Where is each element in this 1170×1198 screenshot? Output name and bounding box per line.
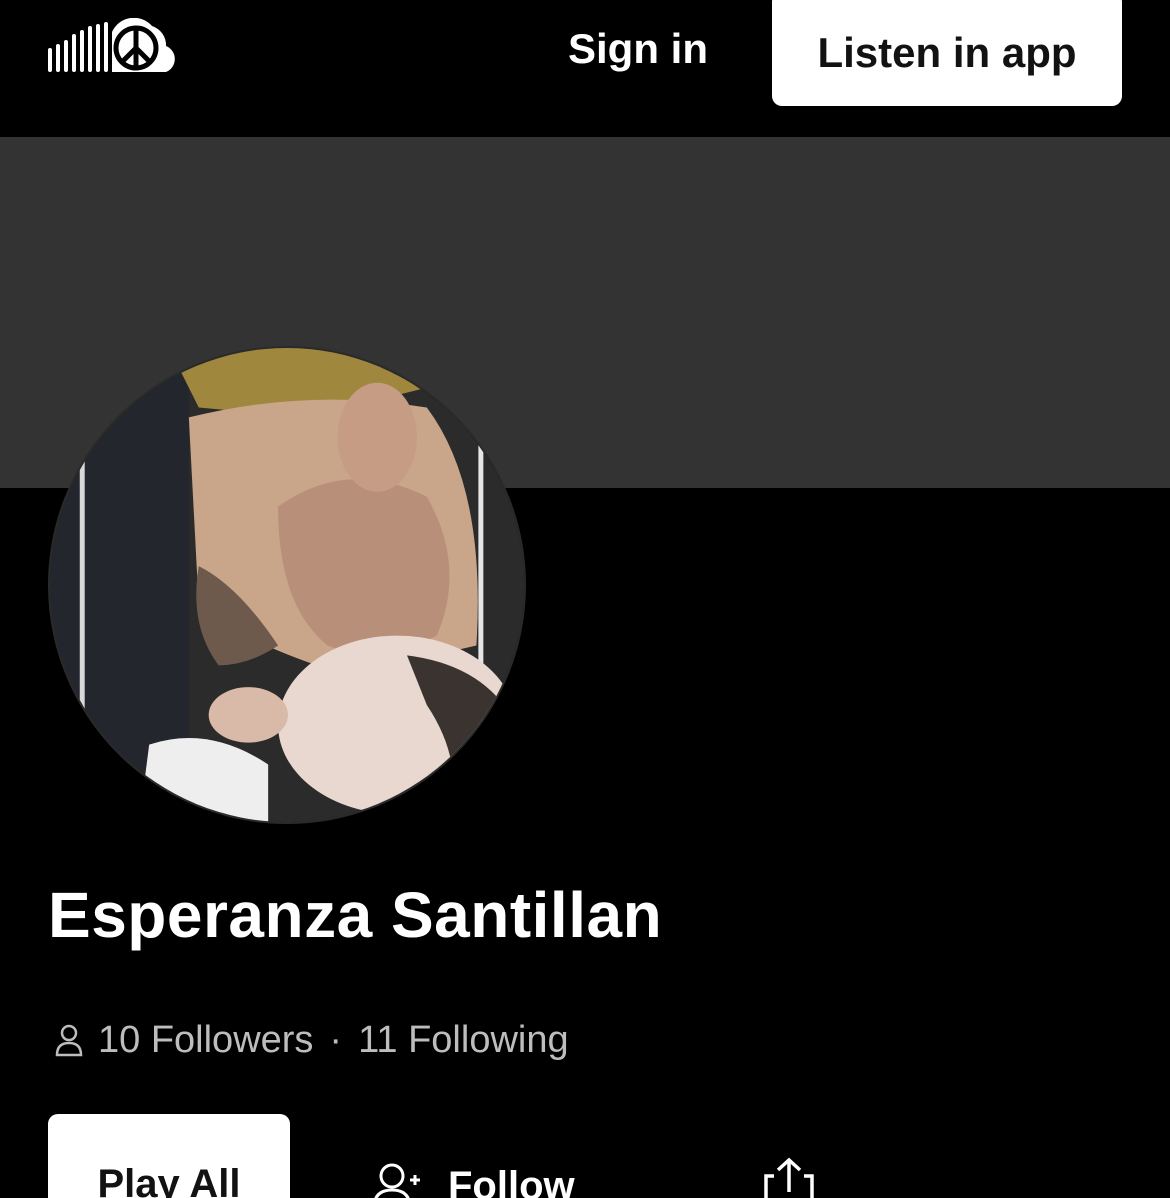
- profile-name: Esperanza Santillan: [48, 879, 663, 951]
- following-link[interactable]: 11 Following: [358, 1019, 569, 1062]
- sign-in-link[interactable]: Sign in: [560, 18, 716, 80]
- stats-separator: ·: [329, 1018, 343, 1061]
- play-all-button[interactable]: Play All: [48, 1114, 290, 1198]
- person-icon: [54, 1023, 84, 1057]
- followers-link[interactable]: 10 Followers: [98, 1019, 313, 1062]
- soundcloud-peace-logo-icon[interactable]: [48, 17, 182, 76]
- add-user-icon: [372, 1162, 422, 1198]
- listen-in-app-button[interactable]: Listen in app: [772, 0, 1122, 106]
- top-bar: Sign in Listen in app: [0, 0, 1170, 137]
- profile-stats: 10 Followers · 11 Following: [54, 1016, 569, 1064]
- share-icon[interactable]: [762, 1156, 816, 1198]
- profile-avatar: [48, 346, 526, 824]
- follow-button[interactable]: Follow: [372, 1160, 575, 1198]
- follow-label: Follow: [448, 1164, 575, 1198]
- profile-page: Sign in Listen in app Esperanza Santilla…: [0, 0, 1170, 1198]
